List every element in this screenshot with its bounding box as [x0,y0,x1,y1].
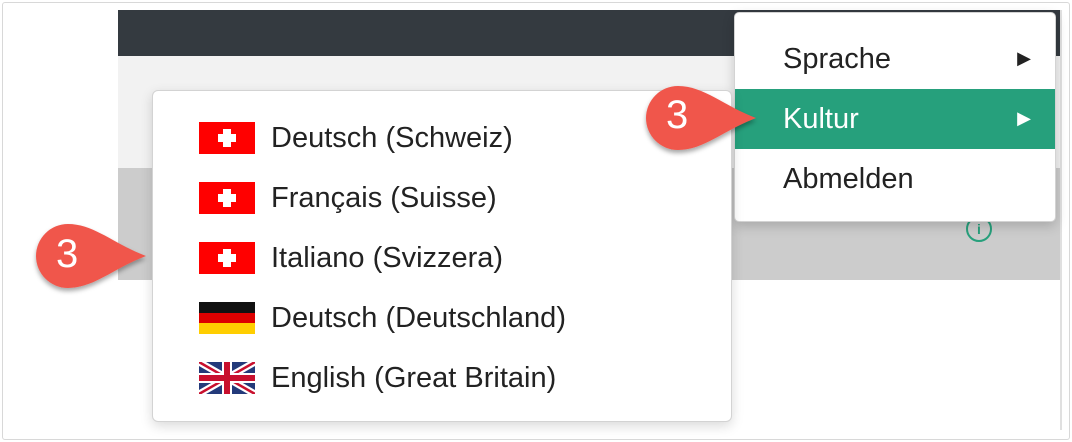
culture-item-it-ch[interactable]: Italiano (Svizzera) [199,238,503,278]
callout-number: 3 [56,232,79,276]
swiss-flag-icon [199,122,255,154]
culture-item-en-gb[interactable]: English (Great Britain) [199,358,556,398]
swiss-flag-icon [199,242,255,274]
culture-label: English (Great Britain) [271,361,557,394]
callout-number: 3 [666,93,689,137]
submenu-arrow-icon: ▶ [1017,108,1031,128]
uk-flag-icon [199,362,255,394]
culture-label: Français (Suisse) [271,181,497,214]
callout-badge-submenu [36,224,146,288]
culture-item-de-ch[interactable]: Deutsch (Schweiz) [199,118,513,158]
culture-label: Deutsch (Deutschland) [271,301,566,334]
swiss-flag-icon [199,182,255,214]
app-edge [1060,10,1062,430]
culture-item-de-de[interactable]: Deutsch (Deutschland) [199,298,566,338]
culture-label: Deutsch (Schweiz) [271,121,513,154]
menu-item-label: Abmelden [783,162,914,195]
menu-item-culture[interactable]: Kultur ▶ [735,89,1055,149]
callout-badge-culture [646,86,756,150]
user-menu: Sprache ▶ Kultur ▶ Abmelden [734,12,1056,222]
culture-item-fr-ch[interactable]: Français (Suisse) [199,178,497,218]
menu-item-language[interactable]: Sprache ▶ [735,29,1055,89]
culture-label: Italiano (Svizzera) [271,241,504,274]
german-flag-icon [199,302,255,334]
menu-item-logout[interactable]: Abmelden [735,149,1055,209]
menu-item-label: Sprache [783,42,892,75]
menu-item-label: Kultur [783,102,859,135]
submenu-arrow-icon: ▶ [1017,48,1031,68]
